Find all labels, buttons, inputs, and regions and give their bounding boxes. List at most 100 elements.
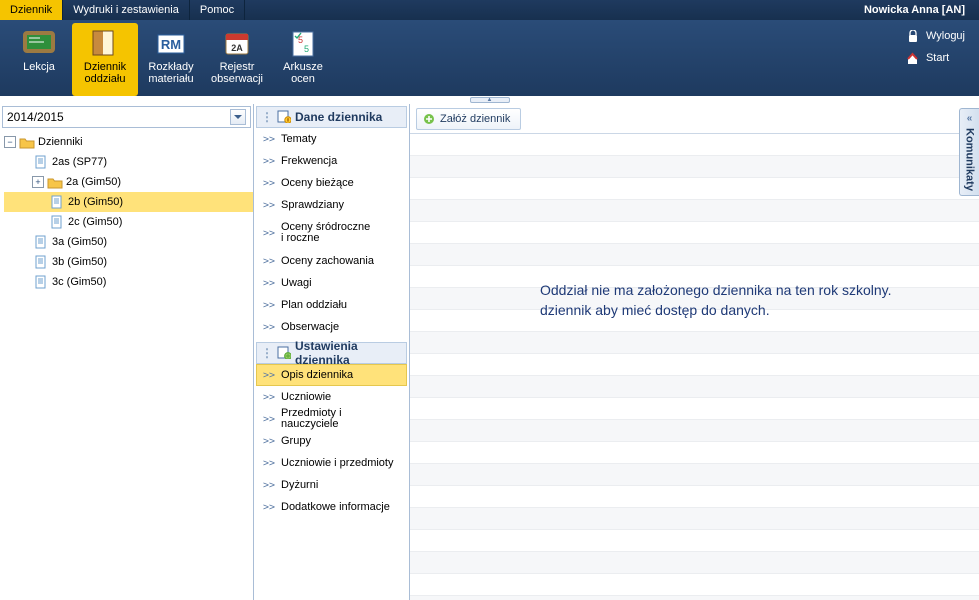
tree-item[interactable]: 3b (Gim50) (4, 252, 253, 272)
nav-header-title: Ustawienia dziennika (295, 339, 402, 367)
nav-item[interactable]: >> Obserwacje (256, 316, 407, 338)
nav-group-ustawienia: ⋮ Ustawienia dziennika >>Opis dziennika>… (256, 342, 407, 518)
tree-item-label: 2b (Gim50) (68, 196, 123, 208)
page-icon (33, 255, 49, 269)
plus-icon (423, 113, 435, 125)
folder-icon (47, 175, 63, 189)
top-tab-dziennik[interactable]: Dziennik (0, 0, 63, 20)
komunikaty-tab[interactable]: « Komunikaty (959, 108, 979, 196)
top-tab-wydruki[interactable]: Wydruki i zestawienia (63, 0, 190, 20)
chevron-right-icon: >> (261, 436, 277, 447)
ribbon-collapse-strip: ▲ (0, 96, 979, 104)
chevron-right-icon: >> (261, 458, 277, 469)
tree-item-label: 3b (Gim50) (52, 256, 107, 268)
logout-link[interactable]: Wyloguj (906, 27, 965, 45)
chevron-right-icon: >> (261, 502, 277, 513)
expand-dots-icon: « (967, 113, 973, 124)
expand-icon[interactable]: + (32, 176, 44, 188)
ribbon-arkusze[interactable]: 55 Arkusze ocen (270, 23, 336, 96)
current-user: Nowicka Anna [AN] (854, 0, 979, 20)
rm-icon: RM (153, 27, 189, 59)
nav-item[interactable]: >>Opis dziennika (256, 364, 407, 386)
nav-item-label: Tematy (281, 134, 316, 145)
nav-item[interactable]: >> Uczniowie i przedmioty (256, 452, 407, 474)
nav-item[interactable]: >>Przedmioty i nauczyciele (256, 408, 407, 430)
ribbon-label: Lekcja (23, 61, 55, 73)
home-icon (906, 51, 920, 65)
nav-header-dane[interactable]: ⋮ Dane dziennika (256, 106, 407, 128)
nav-item[interactable]: >>Plan oddziału (256, 294, 407, 316)
grip-icon: ⋮ (261, 110, 273, 124)
content-area: Załóż dziennik Oddział nie ma założonego… (410, 104, 979, 600)
nav-item[interactable]: >> Tematy (256, 128, 407, 150)
create-journal-button[interactable]: Załóż dziennik (416, 108, 521, 130)
chevron-right-icon: >> (261, 278, 277, 289)
nav-item[interactable]: >> Grupy (256, 430, 407, 452)
nav-item[interactable]: >> Oceny zachowania (256, 250, 407, 272)
nav-item-label: Frekwencja (281, 156, 337, 167)
tree-item[interactable]: 2as (SP77) (4, 152, 253, 172)
ribbon-lekcja[interactable]: Lekcja (6, 23, 72, 96)
chevron-right-icon: >> (261, 228, 277, 239)
tree-item[interactable]: 2b (Gim50) (4, 192, 253, 212)
ribbon-rejestr[interactable]: 2A Rejestr obserwacji (204, 23, 270, 96)
tree-panel: 2014/2015 − Dzienniki 2as (SP77)+2a (Gim… (0, 104, 254, 600)
tree-item[interactable]: 3a (Gim50) (4, 232, 253, 252)
school-year-select[interactable]: 2014/2015 (2, 106, 251, 128)
nav-item-label: Grupy (281, 436, 311, 447)
ribbon-right-links: Wyloguj Start (906, 23, 973, 96)
workspace: 2014/2015 − Dzienniki 2as (SP77)+2a (Gim… (0, 104, 979, 600)
chevron-right-icon: >> (261, 178, 277, 189)
chevron-right-icon: >> (261, 256, 277, 267)
chevron-right-icon: >> (261, 480, 277, 491)
nav-item[interactable]: >>Sprawdziany (256, 194, 407, 216)
top-tab-pomoc[interactable]: Pomoc (190, 0, 245, 20)
content-toolbar: Załóż dziennik (410, 104, 979, 134)
nav-header-ustawienia[interactable]: ⋮ Ustawienia dziennika (256, 342, 407, 364)
tree-item[interactable]: 3c (Gim50) (4, 272, 253, 292)
page-icon (49, 215, 65, 229)
tree-item-label: 3a (Gim50) (52, 236, 107, 248)
nav-item-label: Uwagi (281, 278, 312, 289)
create-journal-label: Załóż dziennik (440, 113, 510, 125)
ribbon-dziennik-oddzialu[interactable]: Dziennik oddziału (72, 23, 138, 96)
nav-item[interactable]: >> Oceny bieżące (256, 172, 407, 194)
nav-item[interactable]: >>Oceny śródroczne i roczne (256, 216, 407, 250)
chevron-right-icon: >> (261, 322, 277, 333)
komunikaty-label: Komunikaty (964, 128, 976, 191)
nav-item[interactable]: >> Dyżurni (256, 474, 407, 496)
nav-item-label: Przedmioty i nauczyciele (281, 408, 402, 430)
tree-item[interactable]: +2a (Gim50) (4, 172, 253, 192)
nav-item[interactable]: >>Dodatkowe informacje (256, 496, 407, 518)
ribbon-collapse-handle[interactable]: ▲ (470, 97, 510, 103)
collapse-icon[interactable]: − (4, 136, 16, 148)
chevron-right-icon: >> (261, 300, 277, 311)
nav-item-label: Dyżurni (281, 480, 318, 491)
ribbon-rozklady[interactable]: RM Rozkłady materiału (138, 23, 204, 96)
nav-item[interactable]: >>Uczniowie (256, 386, 407, 408)
chevron-down-icon (230, 109, 246, 125)
nav-item[interactable]: >>Frekwencja (256, 150, 407, 172)
nav-item-label: Oceny zachowania (281, 256, 374, 267)
start-link[interactable]: Start (906, 49, 965, 67)
content-body: Oddział nie ma założonego dziennika na t… (410, 134, 979, 600)
nav-item[interactable]: >> Uwagi (256, 272, 407, 294)
logout-label: Wyloguj (926, 30, 965, 42)
nav-item-label: Uczniowie i przedmioty (281, 458, 393, 469)
ribbon-label: Arkusze ocen (283, 61, 323, 85)
tree-item-label: 3c (Gim50) (52, 276, 106, 288)
ribbon-label: Dziennik oddziału (84, 61, 126, 85)
ribbon-label: Rejestr obserwacji (211, 61, 263, 85)
nav-item-label: Obserwacje (281, 322, 339, 333)
tree-item[interactable]: 2c (Gim50) (4, 212, 253, 232)
grip-icon: ⋮ (261, 346, 273, 360)
nav-item-label: Oceny bieżące (281, 178, 354, 189)
blackboard-icon (21, 27, 57, 59)
chevron-right-icon: >> (261, 134, 277, 145)
ribbon: Lekcja Dziennik oddziału RM Rozkłady mat… (0, 20, 979, 96)
tree-item-label: 2a (Gim50) (66, 176, 121, 188)
section-nav: ⋮ Dane dziennika >>Tematy>>Frekwencja>>O… (254, 104, 410, 600)
page-icon (33, 275, 49, 289)
topbar-spacer (245, 0, 854, 20)
tree-root[interactable]: − Dzienniki (4, 132, 253, 152)
